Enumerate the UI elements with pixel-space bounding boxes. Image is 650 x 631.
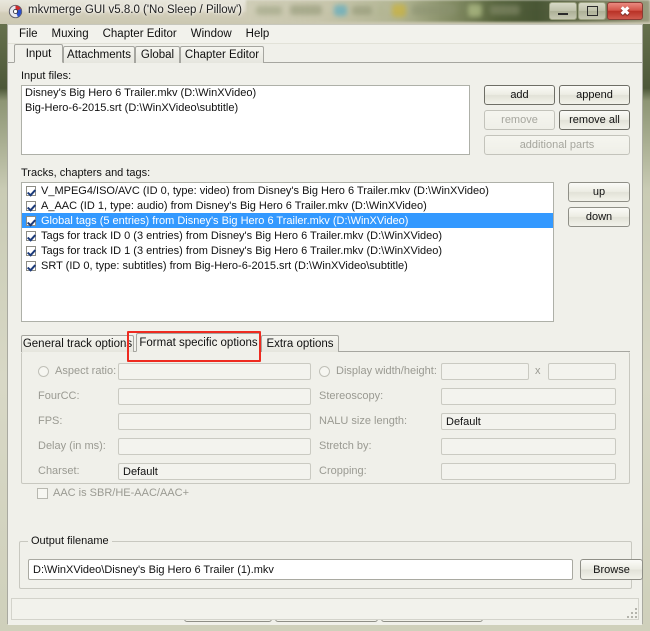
close-button[interactable]: ✖ xyxy=(607,2,643,20)
menu-file[interactable]: File xyxy=(12,26,45,42)
track-label: SRT (ID 0, type: subtitles) from Big-Her… xyxy=(41,260,408,272)
menu-help[interactable]: Help xyxy=(239,26,277,42)
add-button[interactable]: add xyxy=(484,85,555,105)
table-row-selected[interactable]: Global tags (5 entries) from Disney's Bi… xyxy=(22,213,553,228)
display-wh-separator: x xyxy=(535,365,541,377)
aac-sbr-label: AAC is SBR/HE-AAC/AAC+ xyxy=(53,487,189,499)
maximize-icon xyxy=(587,6,598,16)
table-row[interactable]: Tags for track ID 0 (3 entries) from Dis… xyxy=(22,228,553,243)
minimize-icon xyxy=(558,13,568,15)
tab-global[interactable]: Global xyxy=(135,46,180,63)
table-row[interactable]: Tags for track ID 1 (3 entries) from Dis… xyxy=(22,243,553,258)
output-filename-group: Output filename D:\WinXVideo\Disney's Bi… xyxy=(19,541,632,589)
fps-label: FPS: xyxy=(38,415,62,427)
stretch-by-label: Stretch by: xyxy=(319,440,372,452)
window-client-area: File Muxing Chapter Editor Window Help I… xyxy=(7,24,643,624)
menu-chapter-editor[interactable]: Chapter Editor xyxy=(96,26,184,42)
track-label: V_MPEG4/ISO/AVC (ID 0, type: video) from… xyxy=(41,185,489,197)
move-up-button[interactable]: up xyxy=(568,182,630,202)
mkvmerge-app-icon xyxy=(8,4,23,19)
tab-attachments[interactable]: Attachments xyxy=(63,46,135,63)
output-filename-group-label: Output filename xyxy=(28,535,112,547)
window-title: mkvmerge GUI v5.8.0 ('No Sleep / Pillow'… xyxy=(28,4,242,16)
tab-format-specific-options[interactable]: Format specific options xyxy=(136,333,261,352)
aspect-ratio-label: Aspect ratio: xyxy=(55,365,116,377)
fps-combo xyxy=(118,413,311,430)
cropping-label: Cropping: xyxy=(319,465,367,477)
tab-extra-options[interactable]: Extra options xyxy=(261,335,339,352)
menu-window[interactable]: Window xyxy=(184,26,239,42)
aspect-ratio-combo xyxy=(118,363,311,380)
aspect-ratio-radio xyxy=(38,366,49,377)
menu-muxing[interactable]: Muxing xyxy=(45,26,96,42)
track-label: Tags for track ID 0 (3 entries) from Dis… xyxy=(41,230,442,242)
display-width-field xyxy=(441,363,529,380)
table-row[interactable]: A_AAC (ID 1, type: audio) from Disney's … xyxy=(22,198,553,213)
title-bar: mkvmerge GUI v5.8.0 ('No Sleep / Pillow'… xyxy=(0,0,650,24)
track-label: Global tags (5 entries) from Disney's Bi… xyxy=(41,215,408,227)
append-button[interactable]: append xyxy=(559,85,630,105)
delay-field xyxy=(118,438,311,455)
stretch-by-field xyxy=(441,438,616,455)
aac-sbr-checkbox xyxy=(37,488,48,499)
input-tab-panel: Input files: Disney's Big Hero 6 Trailer… xyxy=(8,63,642,625)
stereoscopy-label: Stereoscopy: xyxy=(319,390,383,402)
output-filename-input[interactable]: D:\WinXVideo\Disney's Big Hero 6 Trailer… xyxy=(28,559,573,580)
nalu-size-length-label: NALU size length: xyxy=(319,415,407,427)
delay-label: Delay (in ms): xyxy=(38,440,106,452)
menu-bar: File Muxing Chapter Editor Window Help xyxy=(8,25,642,44)
browse-button[interactable]: Browse xyxy=(580,559,643,580)
table-row[interactable]: SRT (ID 0, type: subtitles) from Big-Her… xyxy=(22,258,553,273)
cropping-field xyxy=(441,463,616,480)
input-files-label: Input files: xyxy=(21,70,71,82)
resize-grip[interactable] xyxy=(627,608,639,620)
close-icon: ✖ xyxy=(620,5,630,17)
track-label: A_AAC (ID 1, type: audio) from Disney's … xyxy=(41,200,427,212)
application-window: mkvmerge GUI v5.8.0 ('No Sleep / Pillow'… xyxy=(0,0,650,631)
options-tab-bar: General track options Format specific op… xyxy=(21,333,630,352)
tab-input[interactable]: Input xyxy=(14,44,63,63)
track-checkbox[interactable] xyxy=(26,231,36,241)
status-bar xyxy=(11,598,639,620)
format-specific-options-panel: Aspect ratio: Display width/height: x Fo… xyxy=(21,352,630,484)
fourcc-label: FourCC: xyxy=(38,390,80,402)
track-checkbox[interactable] xyxy=(26,246,36,256)
track-checkbox[interactable] xyxy=(26,261,36,271)
move-down-button[interactable]: down xyxy=(568,207,630,227)
minimize-button[interactable] xyxy=(549,2,577,20)
tracks-list[interactable]: V_MPEG4/ISO/AVC (ID 0, type: video) from… xyxy=(21,182,554,322)
charset-combo: Default xyxy=(118,463,311,480)
fourcc-combo xyxy=(118,388,311,405)
tab-general-track-options[interactable]: General track options xyxy=(21,335,134,352)
track-checkbox[interactable] xyxy=(26,201,36,211)
list-item[interactable]: Disney's Big Hero 6 Trailer.mkv (D:\WinX… xyxy=(22,86,469,101)
table-row[interactable]: V_MPEG4/ISO/AVC (ID 0, type: video) from… xyxy=(22,183,553,198)
maximize-button[interactable] xyxy=(578,2,606,20)
list-item[interactable]: Big-Hero-6-2015.srt (D:\WinXVideo\subtit… xyxy=(22,101,469,116)
main-tab-bar: Input Attachments Global Chapter Editor xyxy=(8,44,642,63)
track-checkbox[interactable] xyxy=(26,216,36,226)
display-height-field xyxy=(548,363,616,380)
display-wh-radio xyxy=(319,366,330,377)
track-checkbox[interactable] xyxy=(26,186,36,196)
remove-button: remove xyxy=(484,110,555,130)
input-files-list[interactable]: Disney's Big Hero 6 Trailer.mkv (D:\WinX… xyxy=(21,85,470,155)
nalu-size-length-combo: Default xyxy=(441,413,616,430)
additional-parts-button: additional parts xyxy=(484,135,630,155)
tab-chapter-editor[interactable]: Chapter Editor xyxy=(180,46,264,63)
tracks-label: Tracks, chapters and tags: xyxy=(21,167,150,179)
charset-label: Charset: xyxy=(38,465,80,477)
display-width-height-label: Display width/height: xyxy=(336,365,437,377)
track-label: Tags for track ID 1 (3 entries) from Dis… xyxy=(41,245,442,257)
remove-all-button[interactable]: remove all xyxy=(559,110,630,130)
stereoscopy-combo xyxy=(441,388,616,405)
